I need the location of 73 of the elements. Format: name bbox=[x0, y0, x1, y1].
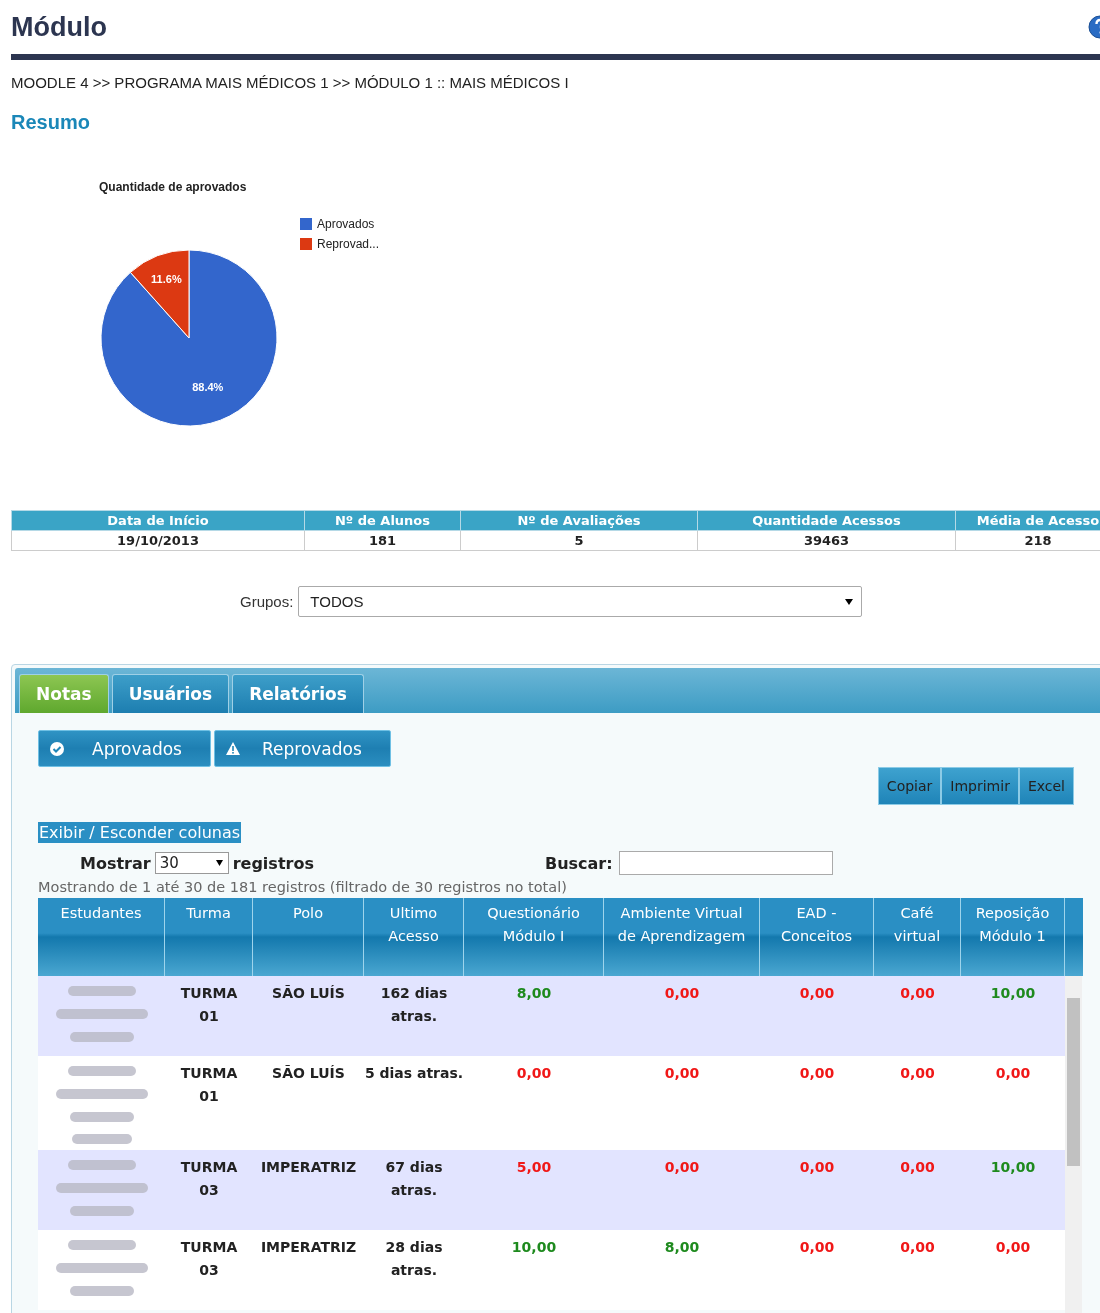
table-cell-text: 5 dias atras. bbox=[364, 1064, 464, 1083]
grade-cell-text: 0,00 bbox=[798, 1238, 836, 1257]
grade-cell-text: 0,00 bbox=[899, 1064, 936, 1083]
column-header: Data de Início bbox=[11, 510, 305, 531]
tab[interactable]: Notas bbox=[19, 674, 109, 713]
column-header: Média de Acesso bbox=[955, 510, 1100, 531]
page-size-dropdown[interactable]: 30 bbox=[154, 852, 229, 874]
table-cell-text: IMPERATRIZ bbox=[259, 1238, 358, 1257]
filter-button[interactable]: Aprovados bbox=[38, 730, 211, 767]
tab[interactable]: Usuários bbox=[111, 674, 230, 713]
legend-swatch bbox=[300, 218, 312, 230]
export-button[interactable]: Excel bbox=[1018, 767, 1074, 805]
grade-cell-text: 0,00 bbox=[899, 1238, 936, 1257]
grade-cell-text: 0,00 bbox=[798, 1064, 836, 1083]
slice-label: 11.6% bbox=[151, 272, 182, 285]
table-cell-text: TURMA 01 bbox=[179, 984, 239, 1026]
grade-cell-text: 0,00 bbox=[899, 984, 936, 1003]
table-cell: 5 bbox=[460, 530, 698, 551]
table-cell-text: 67 dias atras. bbox=[384, 1158, 444, 1200]
table-cell-text: SÃO LUÍS bbox=[271, 984, 346, 1003]
section-title: Resumo bbox=[11, 111, 91, 134]
records-label: registros bbox=[232, 853, 314, 873]
show-label: Mostrar bbox=[80, 853, 151, 873]
chart-title: Quantidade de aprovados bbox=[99, 180, 248, 194]
table-cell-text: TURMA 03 bbox=[179, 1238, 239, 1280]
table-cell-text: IMPERATRIZ bbox=[259, 1158, 358, 1177]
groups-dropdown[interactable]: TODOS bbox=[298, 586, 863, 617]
slice-label: 88.4% bbox=[192, 381, 224, 394]
table-cell-text: TURMA 01 bbox=[179, 1064, 239, 1106]
grade-cell-text: 0,00 bbox=[899, 1158, 936, 1177]
grade-cell-text: 10,00 bbox=[989, 1158, 1037, 1177]
search-label: Buscar: bbox=[544, 853, 613, 873]
caret-icon bbox=[845, 598, 854, 605]
export-button[interactable]: Copiar bbox=[877, 767, 942, 805]
legend-label: Aprovados bbox=[317, 217, 375, 231]
tab[interactable]: Relatórios bbox=[232, 674, 364, 713]
table-cell: 181 bbox=[304, 530, 461, 551]
scrollbar[interactable] bbox=[1065, 976, 1082, 1313]
grade-cell-text: 0,00 bbox=[515, 1064, 553, 1083]
legend-label: Reprovad... bbox=[317, 237, 380, 251]
check-circle-icon bbox=[50, 741, 64, 756]
grade-cell-text: 10,00 bbox=[510, 1238, 558, 1257]
grade-cell-text: 0,00 bbox=[798, 1158, 836, 1177]
table-cell-text: 28 dias atras. bbox=[384, 1238, 444, 1280]
filter-button[interactable]: Reprovados bbox=[213, 730, 391, 767]
legend-swatch bbox=[300, 238, 312, 250]
groups-label: Grupos: bbox=[240, 593, 294, 610]
table-cell-text: SÃO LUÍS bbox=[271, 1064, 346, 1083]
grade-cell-text: 0,00 bbox=[798, 984, 836, 1003]
grade-cell-text: 10,00 bbox=[989, 984, 1037, 1003]
table-cell-text: TURMA 03 bbox=[179, 1158, 239, 1200]
grade-cell-text: 8,00 bbox=[663, 1238, 701, 1257]
records-info: Mostrando de 1 até 30 de 181 registros (filtrado de 30 registros no total) bbox=[38, 879, 568, 895]
grade-cell-text: 0,00 bbox=[663, 984, 701, 1003]
table-cell: 39463 bbox=[697, 530, 956, 551]
grade-cell-text: 0,00 bbox=[994, 1238, 1032, 1257]
column-header: Nº de Alunos bbox=[304, 510, 461, 531]
grade-cell-text: 5,00 bbox=[515, 1158, 553, 1177]
table-cell-text: 162 dias atras. bbox=[379, 984, 449, 1026]
breadcrumb: MOODLE 4 >> PROGRAMA MAIS MÉDICOS 1 >> MÓDULO 1 :: MAIS MÉDICOS I bbox=[11, 74, 570, 91]
grade-cell-text: 0,00 bbox=[663, 1064, 701, 1083]
column-header: Nº de Avaliações bbox=[460, 510, 698, 531]
page-title: Módulo bbox=[11, 11, 107, 43]
search-field[interactable] bbox=[618, 851, 833, 875]
grade-cell-text: 0,00 bbox=[663, 1158, 701, 1177]
export-button[interactable]: Imprimir bbox=[941, 767, 1019, 805]
column-header: Quantidade Acessos bbox=[697, 510, 956, 531]
warning-icon bbox=[225, 742, 240, 755]
grade-cell-text: 8,00 bbox=[515, 984, 553, 1003]
table-cell: 19/10/2013 bbox=[11, 530, 305, 551]
grade-cell-text: 0,00 bbox=[994, 1064, 1032, 1083]
toggle-columns-button[interactable]: Exibir / Esconder colunas bbox=[38, 822, 242, 843]
caret-icon bbox=[215, 860, 223, 866]
